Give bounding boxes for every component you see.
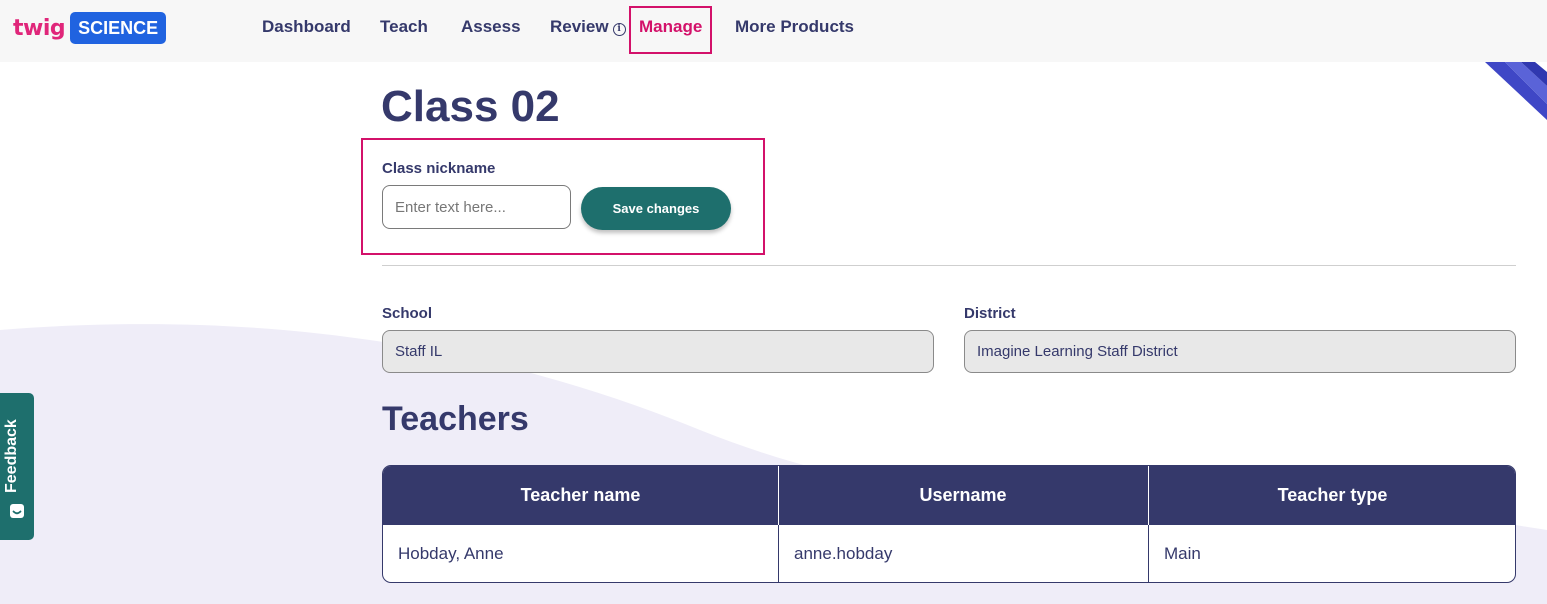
class-nickname-label: Class nickname (382, 160, 496, 177)
info-icon[interactable]: i (612, 23, 626, 36)
feedback-smile-icon (10, 504, 24, 518)
column-header-teacher-name: Teacher name (520, 485, 641, 505)
column-header-username: Username (919, 485, 1007, 505)
save-changes-button[interactable]: Save changes (581, 187, 731, 230)
logo-science-badge: SCIENCE (70, 12, 167, 44)
teachers-section-title: Teachers (382, 400, 529, 438)
twig-science-logo[interactable]: twig SCIENCE (13, 12, 167, 44)
class-nickname-input[interactable] (382, 185, 571, 229)
school-field: Staff IL (382, 330, 934, 373)
nav-manage[interactable]: Manage (639, 17, 702, 37)
feedback-label: Feedback (3, 419, 20, 493)
school-label: School (382, 305, 433, 322)
feedback-tab[interactable]: Feedback (0, 393, 34, 540)
page-title: Class 02 (381, 82, 560, 131)
teachers-table: Teacher name Username Teacher type Hobda… (382, 465, 1516, 583)
nav-teach[interactable]: Teach (380, 17, 428, 37)
top-navigation-bar: twig SCIENCE Dashboard Teach Assess Revi… (0, 0, 1547, 62)
section-divider (382, 265, 1516, 266)
nav-assess[interactable]: Assess (461, 17, 521, 37)
logo-twig-text: twig (13, 15, 66, 41)
table-cell-teacher-name: Hobday, Anne (398, 544, 504, 563)
district-field: Imagine Learning Staff District (964, 330, 1516, 373)
nav-review[interactable]: Review i (550, 17, 626, 37)
header-separator (1148, 466, 1149, 525)
header-separator (778, 466, 779, 525)
nav-review-label: Review (550, 17, 609, 36)
table-cell-teacher-type: Main (1164, 544, 1201, 563)
district-label: District (964, 305, 1016, 322)
column-header-teacher-type: Teacher type (1277, 485, 1388, 505)
nav-more-products[interactable]: More Products (735, 17, 854, 37)
main-content: Class 02 Class nickname Save changes Sch… (0, 0, 1547, 604)
nav-dashboard[interactable]: Dashboard (262, 17, 351, 37)
table-cell-username: anne.hobday (794, 544, 893, 563)
